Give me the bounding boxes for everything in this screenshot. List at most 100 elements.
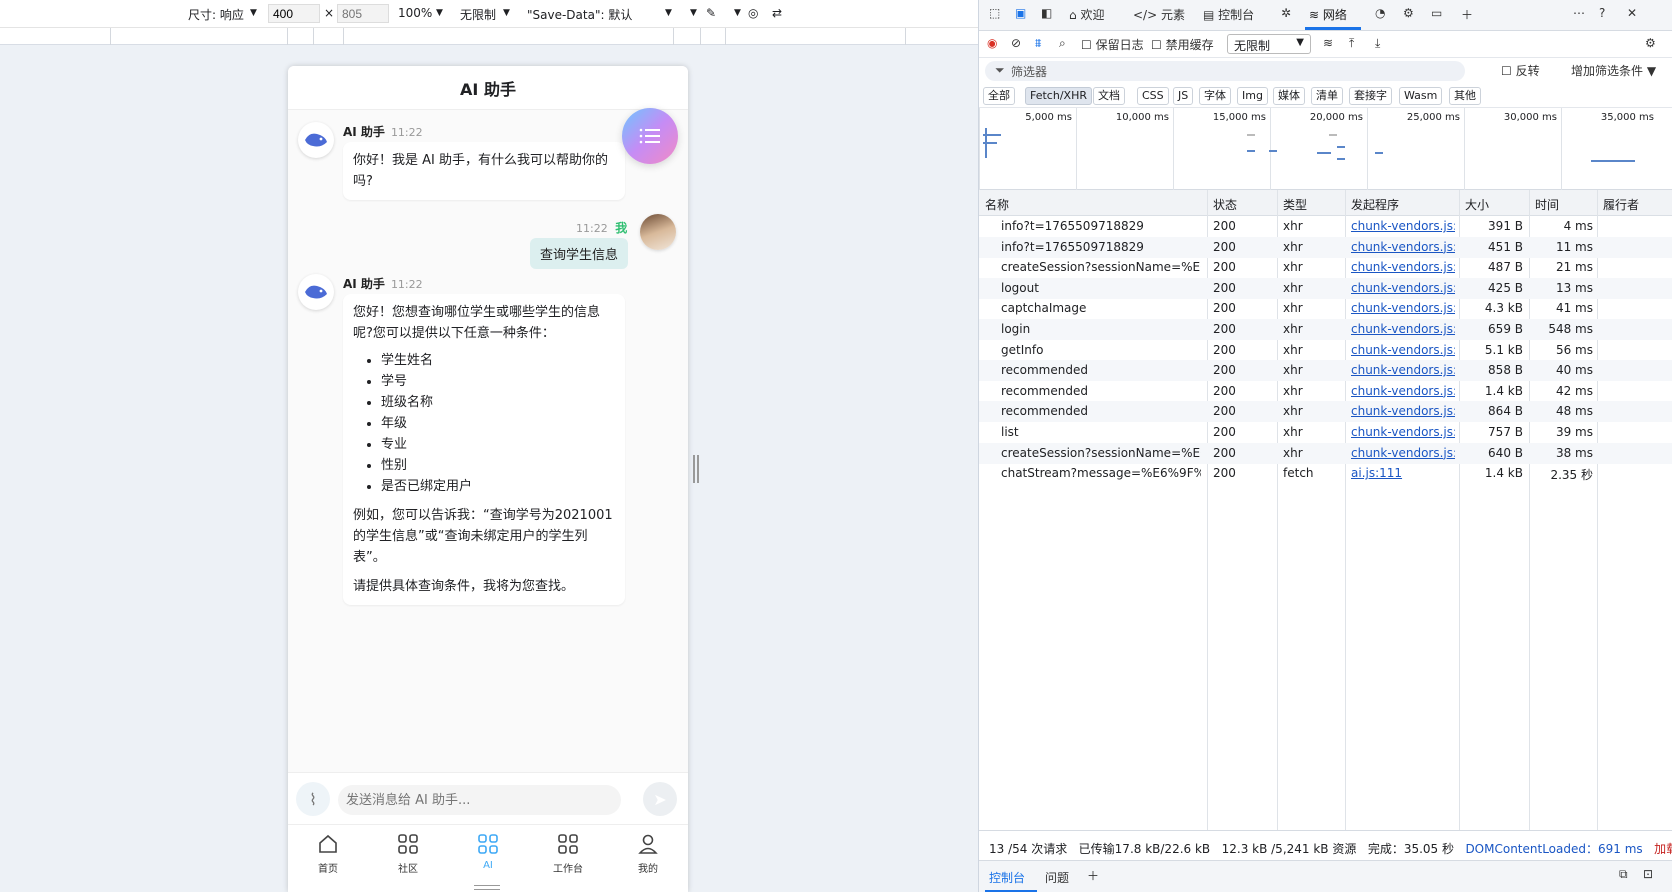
filter-chip[interactable]: 全部: [983, 87, 1015, 105]
preserve-log-checkbox[interactable]: ☐ 保留日志: [1081, 36, 1144, 53]
cell-initiator[interactable]: chunk-vendors.js:19: [1351, 363, 1455, 377]
filter-chip[interactable]: Fetch/XHR: [1025, 87, 1092, 105]
record-icon[interactable]: ◉: [987, 36, 997, 50]
tab-home[interactable]: 首页: [298, 831, 358, 875]
tab-network[interactable]: ≋ 网络: [1309, 6, 1347, 23]
filter-chip[interactable]: Img: [1237, 87, 1268, 105]
performance-icon[interactable]: ◔: [1375, 6, 1385, 20]
upload-icon[interactable]: ⤒: [1349, 36, 1354, 51]
table-row[interactable]: info?t=1765509718829 200 xhr chunk-vendors.…: [979, 216, 1672, 237]
table-row[interactable]: recommended 200 xhr chunk-vendors.js:19 858 …: [979, 360, 1672, 382]
tab-workbench[interactable]: 工作台: [538, 831, 598, 875]
window-icon[interactable]: ▭: [1431, 6, 1442, 20]
sidebar-icon[interactable]: ◧: [1041, 6, 1052, 20]
wifi-settings-icon[interactable]: ≋: [1323, 36, 1333, 50]
column-header[interactable]: 履行者: [1603, 196, 1639, 213]
filter-chip[interactable]: CSS: [1137, 87, 1169, 105]
bug-icon[interactable]: ✲: [1281, 6, 1291, 20]
eye-icon[interactable]: ◎: [748, 6, 758, 20]
cell-initiator[interactable]: chunk-vendors.js:19: [1351, 404, 1455, 418]
height-input[interactable]: [337, 4, 389, 23]
tab-mine[interactable]: 我的: [618, 831, 678, 875]
filter-chip[interactable]: 清单: [1311, 87, 1343, 105]
column-header[interactable]: 大小: [1465, 196, 1489, 213]
dock-icon[interactable]: ⧉: [1619, 867, 1628, 882]
network-overview[interactable]: 5,000 ms 10,000 ms 15,000 ms 20,000 ms 2…: [979, 108, 1672, 190]
cell-initiator[interactable]: chunk-vendors.js:19: [1351, 322, 1455, 336]
filter-chip[interactable]: Wasm: [1399, 87, 1443, 105]
save-data-select[interactable]: "Save-Data": 默认: [527, 6, 632, 23]
cell-initiator[interactable]: ai.js:111: [1351, 466, 1455, 480]
disable-cache-checkbox[interactable]: ☐ 禁用缓存: [1151, 36, 1214, 53]
inspect-icon[interactable]: ⬚: [989, 6, 1000, 20]
filter-icon[interactable]: ⩩: [1035, 36, 1041, 51]
download-icon[interactable]: ⤓: [1375, 36, 1380, 51]
menu-fab-button[interactable]: [622, 108, 678, 164]
tab-welcome[interactable]: ⌂ 欢迎: [1069, 6, 1104, 23]
tab-elements[interactable]: </> 元素: [1133, 6, 1185, 23]
column-header[interactable]: 类型: [1283, 196, 1307, 213]
more-filters-dropdown[interactable]: 增加筛选条件 ▼: [1571, 62, 1656, 79]
throttle-select[interactable]: 无限制 ▼: [1227, 34, 1311, 54]
table-row[interactable]: logout 200 xhr chunk-vendors.js:19 425 B 13 m…: [979, 277, 1672, 299]
filter-chip[interactable]: 媒体: [1273, 87, 1305, 105]
close-icon[interactable]: ✕: [1627, 6, 1637, 20]
cell-initiator[interactable]: chunk-vendors.js:19: [1351, 384, 1455, 398]
cell-initiator[interactable]: chunk-vendors.js:19: [1351, 260, 1455, 274]
cell-initiator[interactable]: chunk-vendors.js:19: [1351, 425, 1455, 439]
more-icon[interactable]: ⋯: [1573, 6, 1585, 20]
send-button[interactable]: ➤: [643, 782, 677, 816]
cell-initiator[interactable]: chunk-vendors.js:19: [1351, 446, 1455, 460]
clear-icon[interactable]: ⊘: [1011, 36, 1021, 50]
table-row[interactable]: captchaImage 200 xhr chunk-vendors.js:19 4.3…: [979, 298, 1672, 319]
search-icon[interactable]: ⌕: [1059, 36, 1066, 51]
drawer-tab-console[interactable]: 控制台: [989, 869, 1025, 886]
filter-chip[interactable]: 套接字: [1349, 87, 1392, 105]
table-row[interactable]: recommended 200 xhr chunk-vendors.js:19 1.4 …: [979, 381, 1672, 402]
help-icon[interactable]: ?: [1599, 6, 1605, 20]
column-header[interactable]: 名称: [985, 196, 1009, 213]
table-row[interactable]: login 200 xhr chunk-vendors.js:19 659 B 548 m…: [979, 319, 1672, 340]
pen-icon[interactable]: ✎: [706, 6, 716, 20]
column-header[interactable]: 发起程序: [1351, 196, 1399, 213]
tab-console[interactable]: ▤ 控制台: [1203, 6, 1254, 23]
message-input[interactable]: [338, 785, 621, 815]
size-label[interactable]: 尺寸: 响应: [188, 6, 244, 23]
resize-handle[interactable]: [693, 455, 699, 483]
table-row[interactable]: recommended 200 xhr chunk-vendors.js:19 864 …: [979, 401, 1672, 423]
media-query-ruler[interactable]: [0, 27, 978, 45]
plus-icon[interactable]: ＋: [1087, 867, 1099, 884]
plus-icon[interactable]: ＋: [1461, 6, 1473, 23]
width-input[interactable]: [268, 4, 320, 23]
filter-chip[interactable]: JS: [1173, 87, 1194, 105]
gear-icon[interactable]: ⚙: [1645, 36, 1656, 50]
cell-initiator[interactable]: chunk-vendors.js:19: [1351, 301, 1455, 315]
cell-initiator[interactable]: chunk-vendors.js:19: [1351, 343, 1455, 357]
tab-ai[interactable]: AI: [458, 831, 518, 871]
table-row[interactable]: list 200 xhr chunk-vendors.js:19 757 B 39 ms: [979, 422, 1672, 443]
table-row[interactable]: createSession?sessionName=%E6... 200 xhr ch…: [979, 257, 1672, 278]
filter-chip[interactable]: 文档: [1093, 87, 1125, 105]
column-header[interactable]: 状态: [1213, 196, 1237, 213]
table-row[interactable]: createSession?sessionName=%E6... 200 xhr ch…: [979, 442, 1672, 464]
table-row[interactable]: getInfo 200 xhr chunk-vendors.js:19 5.1 kB 56…: [979, 340, 1672, 361]
gear-icon[interactable]: ⚙: [1403, 6, 1414, 20]
filter-input[interactable]: ⏷ 筛选器: [985, 61, 1465, 81]
rotate-icon[interactable]: ⇄: [772, 6, 782, 20]
tab-community[interactable]: 社区: [378, 831, 438, 875]
table-row[interactable]: info?t=1765509718829 200 xhr chunk-vendors.…: [979, 236, 1672, 258]
chevron-down-icon[interactable]: ▼: [250, 8, 257, 18]
throttle-select[interactable]: 无限制: [460, 6, 496, 23]
paperclip-icon[interactable]: ⌇: [296, 782, 330, 816]
cell-initiator[interactable]: chunk-vendors.js:83: [1351, 219, 1455, 233]
cell-initiator[interactable]: chunk-vendors.js:83: [1351, 240, 1455, 254]
filter-chip[interactable]: 其他: [1449, 87, 1481, 105]
cell-initiator[interactable]: chunk-vendors.js:19: [1351, 281, 1455, 295]
zoom-select[interactable]: 100%: [398, 6, 432, 20]
table-row[interactable]: chatStream?message=%E6%9F%... 200 fetch ai.…: [979, 463, 1672, 484]
device-icon[interactable]: ▣: [1015, 6, 1026, 20]
filter-chip[interactable]: 字体: [1199, 87, 1231, 105]
drawer-tab-issues[interactable]: 问题: [1045, 869, 1069, 886]
close-icon[interactable]: ⊡: [1643, 867, 1653, 881]
column-header[interactable]: 时间: [1535, 196, 1559, 213]
